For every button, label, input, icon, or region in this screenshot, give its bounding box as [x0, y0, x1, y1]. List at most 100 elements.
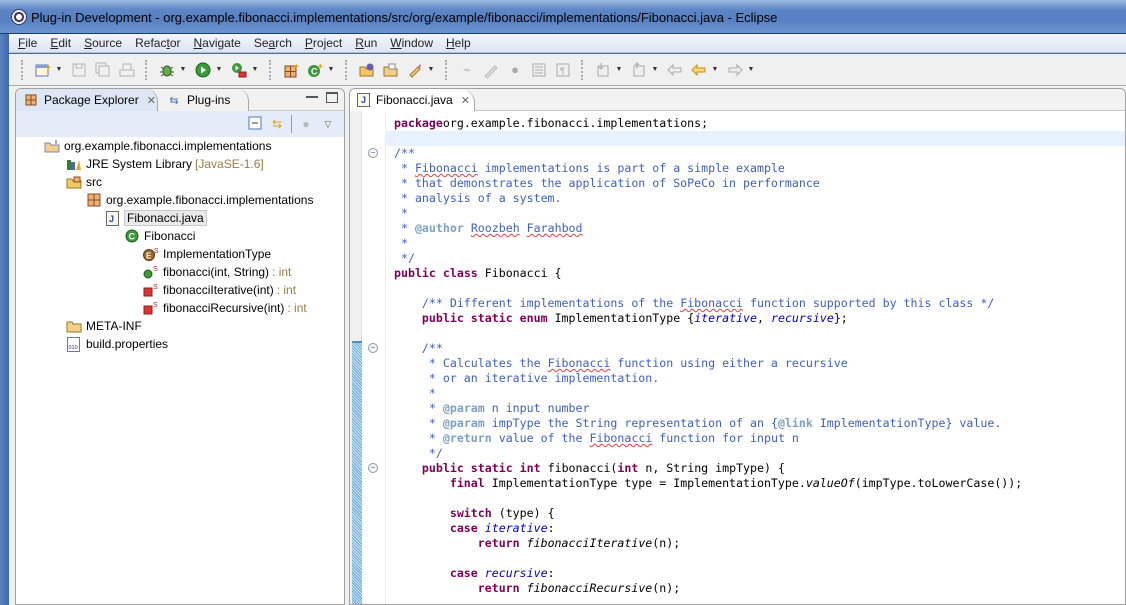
code-token: @param [442, 416, 485, 430]
collapse-fold-icon[interactable]: − [368, 343, 378, 353]
forward-icon[interactable] [726, 61, 744, 79]
collapse-fold-icon[interactable]: − [368, 148, 378, 158]
new-class-dropdown[interactable]: ▼ [327, 61, 335, 79]
toolbar-separator [581, 59, 583, 80]
code-line: case recursive: [386, 566, 1125, 581]
close-icon[interactable]: ✕ [147, 94, 156, 107]
tree-item-label: ImplementationType [163, 247, 272, 261]
view-menu-icon[interactable]: ▽ [320, 119, 336, 130]
tree-item[interactable]: JRE System Library [JavaSE-1.6] [66, 155, 264, 173]
close-icon[interactable]: ✕ [461, 94, 470, 107]
code-token: ImplementationType type = Implementation… [484, 476, 806, 490]
code-line: /** Different implementations of the Fib… [386, 296, 1125, 311]
toggle-ant-icon[interactable]: ⌁ [458, 61, 476, 79]
new-package-icon[interactable]: ✦ [282, 61, 300, 79]
new-wizard-icon[interactable]: ✦ [34, 61, 52, 79]
tab-plug-ins[interactable]: ⇆ Plug-ins [159, 89, 249, 111]
menu-window[interactable]: Window [390, 36, 433, 50]
tree-item-label: META-INF [86, 319, 142, 333]
code-token: public [421, 311, 464, 325]
toggle-mark-occurrences-icon[interactable] [482, 61, 500, 79]
search-icon[interactable] [406, 61, 424, 79]
code-token: /** Different implementations of the [394, 296, 681, 310]
last-edit-location-icon[interactable] [666, 61, 684, 79]
link-with-editor-icon[interactable]: ⇆ [269, 117, 285, 131]
menu-search[interactable]: Search [254, 36, 292, 50]
tree-item[interactable]: SfibonacciIterative(int): int [143, 281, 296, 299]
debug-dropdown[interactable]: ▼ [179, 61, 187, 79]
tree-item[interactable]: org.example.fibonacci.implementations [44, 137, 271, 155]
code-area[interactable]: packageorg.example.fibonacci.implementat… [386, 111, 1125, 604]
previous-annotation-dropdown[interactable]: ▼ [651, 61, 659, 79]
tree-item[interactable]: 010 build.properties [66, 335, 168, 353]
svg-text:J: J [109, 214, 114, 224]
menu-navigate[interactable]: Navigate [193, 36, 240, 50]
code-token: /** [394, 341, 443, 355]
menu-project[interactable]: Project [305, 36, 342, 50]
tab-fibonacci-java[interactable]: J Fibonacci.java ✕ [350, 89, 475, 111]
menu-file[interactable]: File [18, 36, 37, 50]
toggle-breadcrumb-icon[interactable]: ● [506, 61, 524, 79]
menu-help[interactable]: Help [446, 36, 471, 50]
show-whitespace-icon[interactable]: ¶ [554, 61, 572, 79]
forward-dropdown[interactable]: ▼ [747, 61, 755, 79]
tree-item[interactable]: src [66, 173, 102, 191]
code-line: /** [386, 146, 1125, 161]
collapse-all-icon[interactable] [247, 116, 263, 133]
package-explorer-view: Package Explorer ✕ ⇆ Plug-ins ⇆ ● ▽ org.… [15, 88, 345, 605]
class-icon: C [124, 228, 140, 244]
toolbar-separator [145, 59, 147, 80]
run-dropdown[interactable]: ▼ [215, 61, 223, 79]
source-folder-icon [66, 174, 82, 190]
back-dropdown[interactable]: ▼ [711, 61, 719, 79]
external-tools-icon[interactable] [230, 61, 248, 79]
save-icon[interactable] [70, 61, 88, 79]
next-annotation-dropdown[interactable]: ▼ [615, 61, 623, 79]
external-tools-dropdown[interactable]: ▼ [251, 61, 259, 79]
print-icon[interactable] [118, 61, 136, 79]
code-line: packageorg.example.fibonacci.implementat… [386, 116, 1125, 131]
code-line: final ImplementationType type = Implemen… [386, 476, 1125, 491]
tree-item-label: fibonacciRecursive(int) [163, 301, 285, 315]
menu-source[interactable]: Source [84, 36, 122, 50]
focus-task-icon[interactable]: ● [298, 117, 314, 131]
new-wizard-dropdown[interactable]: ▼ [55, 61, 63, 79]
previous-annotation-icon[interactable] [630, 61, 648, 79]
maximize-icon[interactable] [326, 92, 338, 103]
menu-run[interactable]: Run [355, 36, 377, 50]
tree-item[interactable]: Sfibonacci(int, String): int [143, 263, 291, 281]
tree-item-label: JRE System Library [86, 157, 193, 171]
debug-icon[interactable] [158, 61, 176, 79]
tree-item[interactable]: META-INF [66, 317, 142, 335]
code-token: org.example.fibonacci.implementations; [442, 116, 709, 130]
tree-item[interactable]: org.example.fibonacci.implementations [86, 191, 313, 209]
tree-item-decoration: : int [272, 265, 292, 279]
tree-item[interactable]: C Fibonacci [124, 227, 195, 245]
code-token: */ [394, 446, 443, 460]
code-line: return fibonacciIterative(n); [386, 536, 1125, 551]
code-token: case [449, 521, 478, 535]
tab-package-explorer[interactable]: Package Explorer ✕ [16, 89, 158, 111]
code-token: * [394, 386, 436, 400]
minimize-icon[interactable] [306, 92, 318, 98]
collapse-fold-icon[interactable]: − [368, 463, 378, 473]
new-class-icon[interactable]: C ✦ [306, 61, 324, 79]
toolbar-separator [291, 115, 292, 133]
save-all-icon[interactable] [94, 61, 112, 79]
tree-item[interactable]: E S ImplementationType [143, 245, 271, 263]
search-dropdown[interactable]: ▼ [427, 61, 435, 79]
next-annotation-icon[interactable] [594, 61, 612, 79]
open-type-icon[interactable] [358, 61, 376, 79]
open-resource-icon[interactable] [382, 61, 400, 79]
back-icon[interactable] [690, 61, 708, 79]
tree-item[interactable]: J Fibonacci.java [104, 209, 207, 227]
show-block-icon[interactable] [530, 61, 548, 79]
menu-edit[interactable]: Edit [50, 36, 71, 50]
tree-item[interactable]: SfibonacciRecursive(int): int [143, 299, 307, 317]
run-icon[interactable] [194, 61, 212, 79]
menu-refactor[interactable]: Refactor [135, 36, 180, 50]
